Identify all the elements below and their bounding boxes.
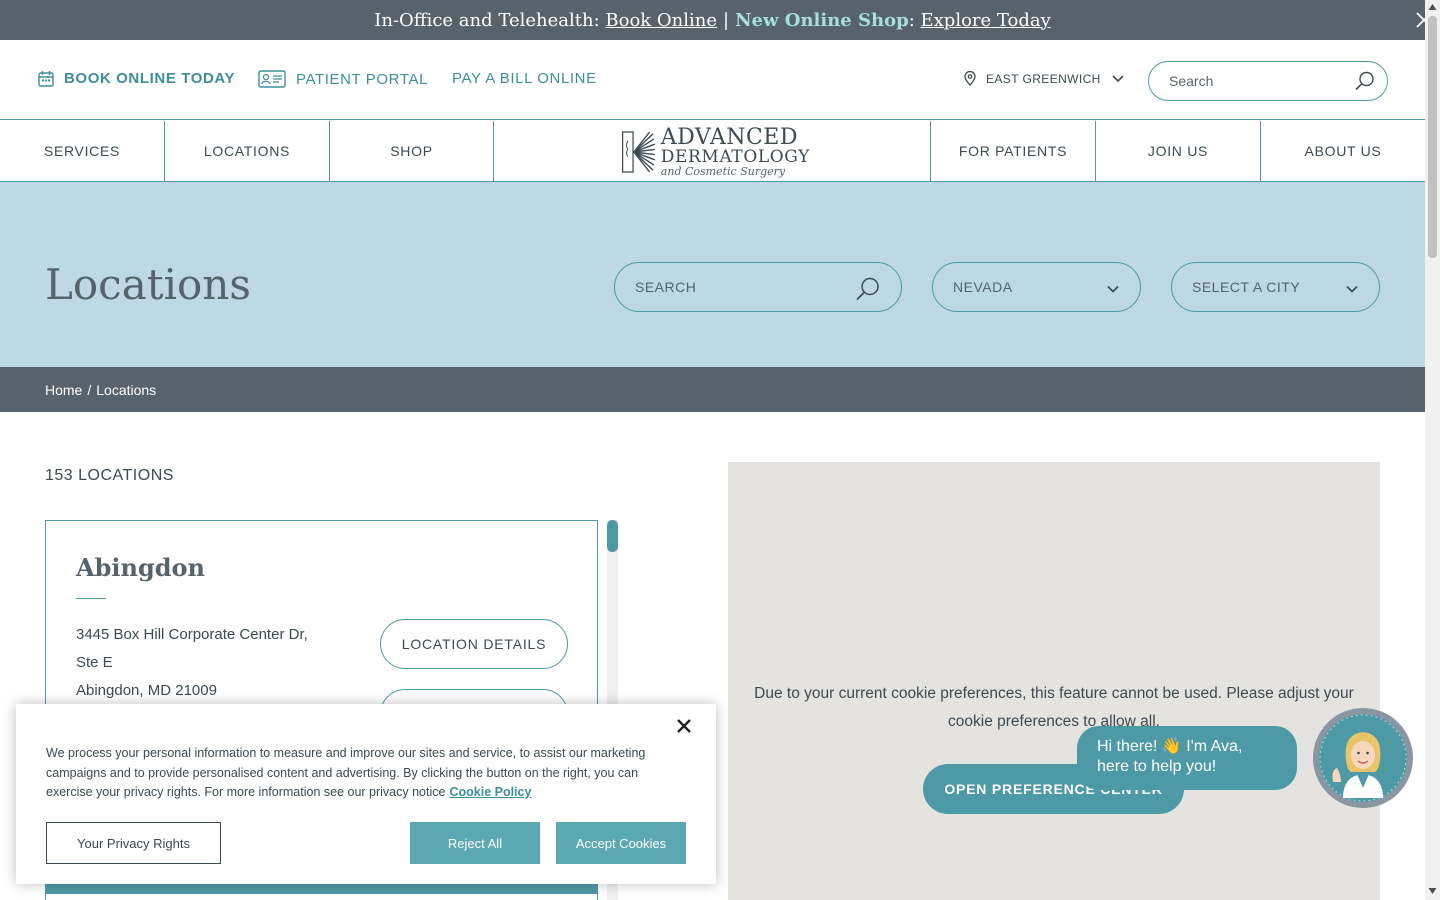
- chat-greeting-line-1: Hi there! 👋 I'm Ava,: [1097, 738, 1243, 755]
- locations-hero: Locations NEVADA SELECT A CITY: [0, 182, 1425, 367]
- state-select[interactable]: NEVADA: [932, 262, 1141, 312]
- chat-greeting-bubble[interactable]: Hi there! 👋 I'm Ava, here to help you!: [1077, 726, 1297, 790]
- location-details-label: LOCATION DETAILS: [401, 636, 547, 652]
- title-divider: [76, 598, 106, 599]
- location-name: Abingdon: [76, 553, 205, 582]
- id-card-icon: [258, 70, 286, 88]
- search-icon[interactable]: [1354, 70, 1376, 92]
- breadcrumb-current: Locations: [96, 381, 157, 398]
- cookie-policy-link[interactable]: Cookie Policy: [449, 785, 531, 799]
- announcement-prefix: In-Office and Telehealth:: [374, 9, 600, 31]
- announcement-separator: |: [723, 9, 730, 31]
- address-line-3: Abingdon, MD 21009: [76, 682, 217, 699]
- patient-portal-link[interactable]: PATIENT PORTAL: [258, 70, 428, 88]
- city-select-value: SELECT A CITY: [1192, 279, 1301, 295]
- pay-bill-label: PAY A BILL ONLINE: [452, 70, 597, 87]
- nav-shop-label: SHOP: [390, 143, 433, 159]
- privacy-rights-button[interactable]: Your Privacy Rights: [46, 822, 221, 864]
- map-placeholder: Due to your current cookie preferences, …: [728, 462, 1380, 900]
- chat-avatar-button[interactable]: [1313, 708, 1413, 808]
- logo-line-2: DERMATOLOGY: [660, 147, 810, 167]
- page-scrollbar-thumb[interactable]: [1428, 16, 1437, 258]
- accept-cookies-button[interactable]: Accept Cookies: [556, 822, 686, 864]
- location-search: [614, 262, 902, 312]
- main-navigation: SERVICES LOCATIONS SHOP ADVANCED DERMATO…: [0, 121, 1425, 182]
- location-details-button[interactable]: LOCATION DETAILS: [380, 619, 568, 669]
- cookie-description: We process your personal information to …: [46, 744, 686, 803]
- breadcrumb-separator: /: [87, 381, 92, 398]
- nav-shop[interactable]: SHOP: [330, 121, 494, 181]
- nav-join-us[interactable]: JOIN US: [1095, 121, 1260, 181]
- logo-line-3: and Cosmetic Surgery: [660, 165, 786, 178]
- address-line-2: Ste E: [76, 654, 113, 671]
- reject-all-label: Reject All: [447, 835, 503, 851]
- location-selector-label: EAST GREENWICH: [986, 71, 1101, 86]
- scroll-up-icon[interactable]: [1428, 3, 1437, 11]
- announcement-bar: In-Office and Telehealth: Book Online | Ne…: [0, 0, 1425, 40]
- state-select-value: NEVADA: [953, 279, 1013, 295]
- book-online-today-link[interactable]: BOOK ONLINE TODAY: [38, 70, 235, 87]
- avatar-icon: [1319, 714, 1407, 802]
- nav-locations[interactable]: LOCATIONS: [165, 121, 330, 181]
- utility-header: BOOK ONLINE TODAY PATIENT PORTAL PAY A B…: [0, 40, 1425, 120]
- reject-all-button[interactable]: Reject All: [410, 822, 540, 864]
- chevron-down-icon: [1346, 285, 1358, 293]
- location-selector[interactable]: EAST GREENWICH: [964, 71, 1125, 86]
- scroll-down-icon[interactable]: [1428, 887, 1437, 895]
- logo-line-1: ADVANCED: [660, 125, 798, 150]
- calendar-icon: [38, 71, 54, 87]
- pay-bill-link[interactable]: PAY A BILL ONLINE: [452, 70, 597, 87]
- card-footer-bar: [45, 884, 598, 894]
- nav-locations-label: LOCATIONS: [203, 143, 291, 159]
- breadcrumb-home[interactable]: Home: [45, 382, 82, 398]
- nav-about-us-label: ABOUT US: [1304, 143, 1382, 159]
- nav-services[interactable]: SERVICES: [0, 121, 165, 181]
- logo-mark-icon: [622, 131, 655, 173]
- book-online-today-label: BOOK ONLINE TODAY: [64, 70, 236, 87]
- address-line-1: 3445 Box Hill Corporate Center Dr,: [76, 626, 308, 643]
- chat-greeting-line-2: here to help you!: [1097, 758, 1217, 775]
- explore-today-link[interactable]: Explore Today: [921, 10, 1051, 31]
- cookie-description-text: We process your personal information to …: [46, 746, 646, 799]
- cookie-consent-banner: We process your personal information to …: [16, 704, 716, 884]
- nav-for-patients-label: FOR PATIENTS: [958, 143, 1068, 159]
- breadcrumb: Home / Locations: [0, 367, 1425, 412]
- nav-about-us[interactable]: ABOUT US: [1260, 121, 1425, 181]
- nav-for-patients[interactable]: FOR PATIENTS: [930, 121, 1095, 181]
- map-pin-icon: [964, 71, 976, 86]
- book-online-link[interactable]: Book Online: [605, 10, 717, 31]
- accept-cookies-label: Accept Cookies: [575, 835, 667, 851]
- privacy-rights-label: Your Privacy Rights: [77, 835, 190, 851]
- city-select[interactable]: SELECT A CITY: [1171, 262, 1380, 312]
- announcement-highlight: New Online Shop: [735, 9, 909, 31]
- list-scrollbar-thumb[interactable]: [607, 520, 618, 552]
- page-title: Locations: [45, 260, 251, 309]
- close-icon[interactable]: [674, 716, 694, 736]
- search-icon[interactable]: [855, 276, 881, 302]
- chevron-down-icon: [1107, 285, 1119, 293]
- announcement-colon: :: [908, 9, 915, 31]
- chevron-down-icon: [1112, 74, 1124, 82]
- header-search-input[interactable]: [1148, 61, 1388, 101]
- patient-portal-label: PATIENT PORTAL: [296, 70, 429, 88]
- logo-wordmark: ADVANCED DERMATOLOGY and Cosmetic Surger…: [660, 125, 810, 178]
- nav-services-label: SERVICES: [43, 143, 121, 159]
- location-address: 3445 Box Hill Corporate Center Dr, Ste E…: [76, 621, 308, 705]
- location-count: 153 LOCATIONS: [45, 467, 174, 484]
- site-logo[interactable]: ADVANCED DERMATOLOGY and Cosmetic Surger…: [620, 125, 810, 179]
- nav-join-us-label: JOIN US: [1147, 143, 1209, 159]
